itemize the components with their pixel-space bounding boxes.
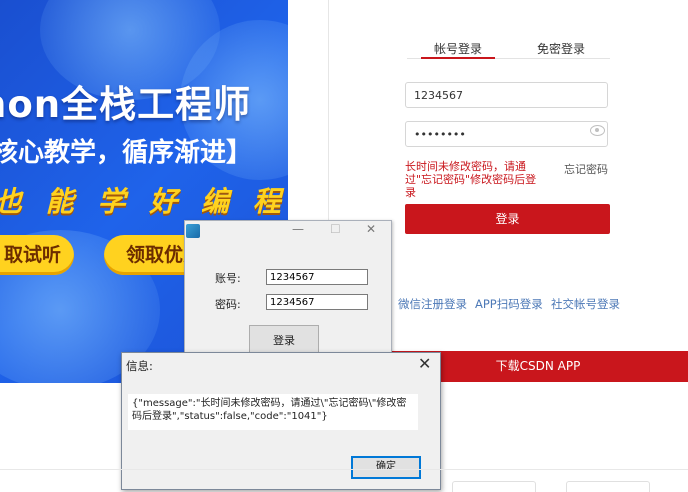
footer-item: [566, 481, 650, 492]
password-label: 密码:: [215, 298, 241, 311]
dialog-title: 信息:: [126, 359, 153, 373]
password-input[interactable]: ••••••••: [405, 121, 608, 147]
maximize-button[interactable]: ☐: [330, 222, 341, 236]
forgot-password-link[interactable]: 忘记密码: [564, 161, 608, 177]
eye-icon[interactable]: [590, 125, 605, 136]
footer-divider: [0, 469, 688, 470]
minimize-button[interactable]: —: [292, 222, 304, 236]
link-wechat-login[interactable]: 微信注册登录: [398, 296, 467, 312]
close-button[interactable]: ✕: [366, 222, 376, 236]
app-logo-icon: [186, 224, 200, 238]
banner-trial-label: 取试听: [4, 244, 62, 266]
dialog-close-button[interactable]: ✕: [418, 354, 431, 373]
window-account-input[interactable]: 1234567: [266, 269, 368, 285]
dialog-message: {"message":"长时间未修改密码，请通过\"忘记密码\"修改密码后登录"…: [128, 394, 418, 430]
account-label: 账号:: [215, 272, 241, 285]
banner-subtitle: 核心教学，循序渐进】: [0, 138, 253, 168]
banner-slogan: 也 能 学 好 编 程: [0, 185, 288, 218]
footer-item: [452, 481, 536, 492]
error-message: 长时间未修改密码，请通过"忘记密码"修改密码后登录: [405, 160, 537, 199]
link-social-login[interactable]: 社交帐号登录: [551, 296, 620, 312]
account-input[interactable]: 1234567: [405, 82, 608, 108]
active-tab-indicator: [421, 57, 495, 59]
tab-account-login[interactable]: 帐号登录: [434, 40, 482, 57]
login-button[interactable]: 登录: [405, 204, 610, 234]
window-password-input[interactable]: 1234567: [266, 294, 368, 310]
banner-title: hon全栈工程师: [0, 83, 252, 126]
banner-trial-button[interactable]: 取试听: [0, 235, 74, 275]
dialog-ok-button[interactable]: 确定: [351, 456, 421, 479]
link-app-qr-login[interactable]: APP扫码登录: [475, 296, 543, 312]
tab-passwordless-login[interactable]: 免密登录: [537, 40, 585, 57]
